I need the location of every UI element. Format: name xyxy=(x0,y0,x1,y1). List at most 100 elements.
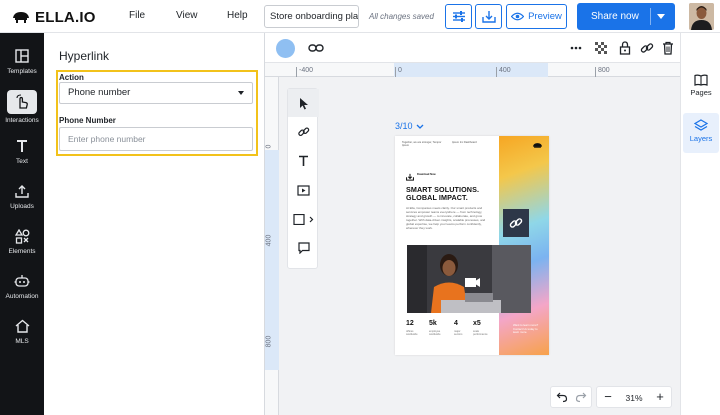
sidebar-item-text[interactable]: Text xyxy=(0,133,44,173)
artboard-header-left: Together, we are stronger, Tempor Ipsum xyxy=(402,141,442,147)
ruler-horizontal: -400 0 400 800 xyxy=(265,63,680,77)
stat-value: x5 xyxy=(473,320,481,327)
phone-number-label: Phone Number xyxy=(59,116,116,125)
shape-tool[interactable] xyxy=(288,205,319,233)
stat-value: 12 xyxy=(406,320,414,327)
chevron-down-icon xyxy=(416,124,423,129)
artboard-download-label: Download Now xyxy=(417,173,436,176)
templates-icon xyxy=(13,47,31,65)
pages-icon xyxy=(694,74,708,86)
cursor-tool[interactable] xyxy=(288,89,319,117)
sidebar-item-interactions[interactable]: Interactions xyxy=(0,88,44,128)
adjustments-button[interactable] xyxy=(445,4,472,29)
sidebar-item-label: Pages xyxy=(690,88,712,97)
lock-icon[interactable] xyxy=(617,40,633,56)
stat-value: 4 xyxy=(454,320,458,327)
ruler-label: 0 xyxy=(265,144,273,149)
house-icon xyxy=(13,317,31,335)
user-avatar-image xyxy=(689,3,714,30)
phone-number-input[interactable] xyxy=(59,127,253,151)
sidebar-item-label: Layers xyxy=(689,134,713,143)
save-status: All changes saved xyxy=(369,12,434,21)
link-icon[interactable] xyxy=(308,40,324,56)
undo-button[interactable] xyxy=(555,391,569,406)
menu-view[interactable]: View xyxy=(176,10,198,21)
action-select[interactable]: Phone number xyxy=(59,82,253,104)
download-icon xyxy=(481,11,496,23)
menu-file[interactable]: File xyxy=(129,10,145,21)
shape-icon xyxy=(292,213,313,225)
comment-tool[interactable] xyxy=(288,234,319,262)
trash-icon[interactable] xyxy=(660,40,676,56)
sidebar-item-templates[interactable]: Templates xyxy=(0,43,44,83)
share-button[interactable]: Share now xyxy=(577,3,675,30)
ruler-label: -400 xyxy=(299,67,314,74)
brand-icon xyxy=(13,12,29,23)
cursor-icon xyxy=(299,97,308,109)
preview-button[interactable]: Preview xyxy=(506,4,567,29)
zoom-out-button[interactable]: − xyxy=(601,390,615,404)
video-tool[interactable] xyxy=(288,176,319,204)
menu-help[interactable]: Help xyxy=(227,10,248,21)
sidebar-item-automation[interactable]: Automation xyxy=(0,268,44,308)
zoom-in-button[interactable]: + xyxy=(653,390,667,404)
ruler-label: 800 xyxy=(265,335,273,348)
transparency-icon[interactable] xyxy=(593,40,609,56)
sidebar-item-label: MLS xyxy=(15,338,29,345)
sidebar-item-uploads[interactable]: Uploads xyxy=(0,178,44,218)
text-tool[interactable] xyxy=(288,147,319,175)
text-icon xyxy=(13,137,31,155)
stat-value: 5k xyxy=(429,320,437,327)
redo-button[interactable] xyxy=(574,391,588,406)
sliders-icon xyxy=(452,11,465,22)
top-bar: ELLA.IO File View Help Store onboarding … xyxy=(0,0,720,33)
layers-icon xyxy=(694,119,708,131)
headline-line-2: GLOBAL IMPACT. xyxy=(406,193,468,202)
sidebar-item-label: Templates xyxy=(7,68,37,75)
artboard-photo xyxy=(407,245,531,313)
download-icon xyxy=(406,173,414,181)
download-button[interactable] xyxy=(475,4,502,29)
sidebar-item-label: Text xyxy=(16,158,28,165)
stat-label: offices worldwide xyxy=(406,330,418,336)
sidebar-item-mls[interactable]: MLS xyxy=(0,313,44,353)
page-indicator-label: 3/10 xyxy=(395,121,413,131)
zoom-level: 31% xyxy=(625,393,643,403)
sidebar-item-layers[interactable]: Layers xyxy=(683,113,719,153)
artboard-logo-icon xyxy=(532,143,543,148)
video-icon xyxy=(297,184,310,196)
sidebar-item-elements[interactable]: Elements xyxy=(0,223,44,263)
comment-icon xyxy=(297,242,310,254)
undo-redo-group xyxy=(550,386,592,408)
sidebar-item-pages[interactable]: Pages xyxy=(683,68,719,108)
link-tool[interactable] xyxy=(288,118,319,146)
link-chain-icon[interactable] xyxy=(639,40,655,56)
redo-icon xyxy=(575,392,587,403)
artboard-cta-text: Want to learn more? Contact Us today to … xyxy=(513,323,539,335)
page-indicator[interactable]: 3/10 xyxy=(395,121,424,131)
ruler-vertical: 0 400 800 xyxy=(265,77,279,415)
artboard-page[interactable]: Together, we are stronger, Tempor Ipsum … xyxy=(395,136,549,355)
tool-strip xyxy=(287,88,319,269)
avatar[interactable] xyxy=(689,3,714,30)
pointer-hand-icon xyxy=(7,90,37,114)
ruler-label: 400 xyxy=(265,234,273,247)
canvas-toolbar xyxy=(265,33,680,63)
brand-logo[interactable]: ELLA.IO xyxy=(12,7,96,27)
brand-name: ELLA.IO xyxy=(35,8,96,26)
ruler-label: 0 xyxy=(398,67,402,74)
stat-label: scale performance xyxy=(473,330,488,336)
document-name-field[interactable]: Store onboarding pla... xyxy=(264,5,359,28)
sidebar-item-label: Automation xyxy=(5,293,39,300)
woman-at-desk-image xyxy=(407,245,531,313)
fill-color-swatch[interactable] xyxy=(276,39,295,58)
share-label: Share now xyxy=(591,11,639,22)
right-sidebar: Pages Layers xyxy=(680,33,720,415)
link-icon xyxy=(297,127,309,137)
more-options-icon[interactable] xyxy=(568,40,584,56)
hyperlink-badge[interactable] xyxy=(503,209,529,237)
artboard-headline: SMART SOLUTIONS. GLOBAL IMPACT. xyxy=(406,186,479,202)
sidebar-item-label: Elements xyxy=(8,248,36,255)
canvas-area[interactable]: -400 0 400 800 0 400 800 3/10 Together, … xyxy=(265,63,680,415)
chevron-down-icon[interactable] xyxy=(657,14,665,19)
